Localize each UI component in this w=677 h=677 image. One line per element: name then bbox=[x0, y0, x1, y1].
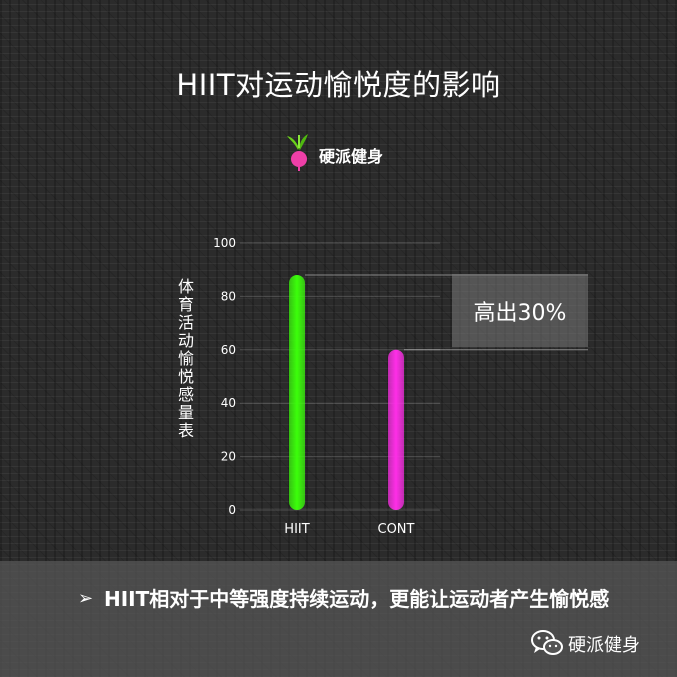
difference-callout: 高出30% bbox=[452, 274, 588, 347]
summary-bullet: ➢ HIIT相对于中等强度持续运动，更能让运动者产生愉悦感 bbox=[78, 585, 618, 613]
bar-hiit bbox=[289, 275, 305, 510]
y-tick-label: 80 bbox=[221, 289, 236, 303]
bar-cont bbox=[388, 349, 404, 510]
x-tick-label: HIIT bbox=[284, 522, 309, 537]
wechat-name: 硬派健身 bbox=[568, 635, 640, 656]
y-tick-label: 40 bbox=[221, 396, 236, 410]
y-tick-label: 100 bbox=[213, 236, 236, 250]
footer-band bbox=[0, 561, 677, 677]
wechat-account: 硬派健身 bbox=[530, 628, 670, 658]
x-tick-label: CONT bbox=[378, 522, 415, 537]
y-axis-label: 体育活动愉悦感量表 bbox=[175, 278, 194, 440]
y-tick-label: 0 bbox=[228, 503, 236, 517]
wechat-icon bbox=[531, 630, 563, 655]
arrow-bullet-icon: ➢ bbox=[78, 588, 94, 609]
y-tick-label: 20 bbox=[221, 450, 236, 464]
summary-text: HIIT相对于中等强度持续运动，更能让运动者产生愉悦感 bbox=[104, 587, 610, 611]
y-tick-label: 60 bbox=[221, 343, 236, 357]
